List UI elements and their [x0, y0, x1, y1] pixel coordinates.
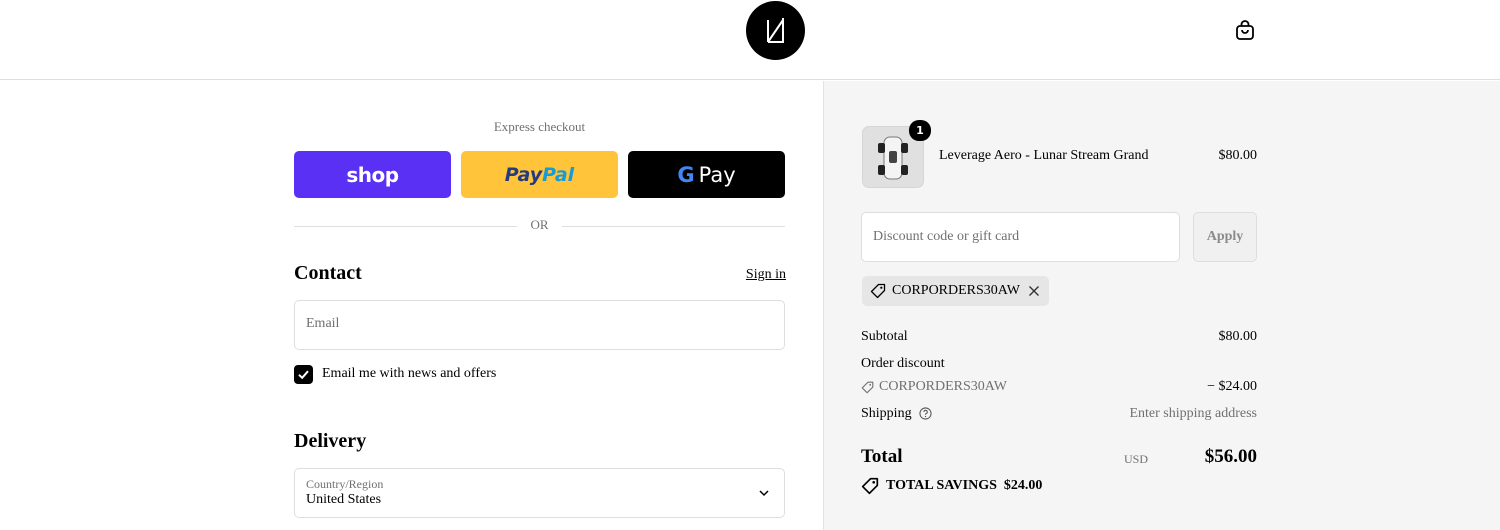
apply-button[interactable]: Apply: [1193, 212, 1257, 262]
applied-code-chip: CORPORDERS30AW: [862, 276, 1049, 306]
subtotal-label: Subtotal: [861, 329, 908, 344]
google-g-icon: G: [677, 162, 695, 187]
applied-code-label: CORPORDERS30AW: [892, 283, 1021, 298]
checkmark-icon: [298, 370, 309, 379]
product-name: Leverage Aero - Lunar Stream Grand: [939, 148, 1149, 163]
newsletter-option[interactable]: Email me with news and offers: [294, 364, 496, 384]
shop-pay-button[interactable]: shop: [294, 151, 451, 198]
order-discount-label: Order discount: [861, 356, 945, 371]
tag-icon: [861, 381, 874, 393]
total-savings: TOTAL SAVINGS $24.00: [861, 477, 1042, 495]
country-label: Country/Region: [306, 477, 384, 491]
delivery-title: Delivery: [294, 430, 367, 452]
total-currency: USD: [1123, 452, 1148, 466]
shipping-row: Shipping: [861, 406, 932, 422]
country-select[interactable]: Country/Region United States: [294, 468, 785, 518]
paypal-button[interactable]: Pay Pal: [461, 151, 618, 198]
shipping-label: Shipping: [861, 406, 912, 421]
sign-in-link[interactable]: Sign in: [700, 267, 786, 283]
discount-placeholder: Discount code or gift card: [873, 229, 1020, 244]
google-pay-button[interactable]: G Pay: [628, 151, 785, 198]
discount-code-row: CORPORDERS30AW: [861, 379, 1007, 395]
shop-pay-label: shop: [346, 162, 399, 187]
total-label: Total: [861, 446, 903, 467]
help-icon[interactable]: [919, 407, 932, 420]
shipping-value: Enter shipping address: [1129, 406, 1257, 421]
contact-title: Contact: [294, 262, 362, 284]
savings-tag-icon: [861, 477, 879, 495]
remove-code-icon[interactable]: [1028, 285, 1040, 297]
quantity-badge: 1: [909, 120, 931, 141]
email-field[interactable]: Email: [294, 300, 785, 350]
tag-icon: [870, 283, 886, 299]
header: [0, 0, 1500, 80]
savings-value: $24.00: [1003, 478, 1043, 493]
express-checkout-label: Express checkout: [493, 119, 586, 134]
discount-value: − $24.00: [1207, 379, 1257, 394]
divider-line-right: [562, 226, 785, 227]
product-price: $80.00: [1218, 148, 1258, 163]
country-value: United States: [306, 492, 382, 507]
or-label: OR: [530, 217, 549, 232]
paypal-label-pal: Pal: [542, 163, 575, 186]
newsletter-label: Email me with news and offers: [322, 366, 497, 381]
savings-label: TOTAL SAVINGS: [886, 478, 997, 493]
email-placeholder: Email: [306, 316, 340, 331]
total-value: $56.00: [1204, 446, 1257, 467]
newsletter-checkbox[interactable]: [294, 364, 313, 384]
shopping-bag-icon[interactable]: [1233, 18, 1257, 42]
discount-code-label: CORPORDERS30AW: [879, 379, 1008, 394]
paypal-label-pay: Pay: [504, 163, 543, 186]
chevron-down-icon: [759, 490, 769, 497]
brand-logo[interactable]: [746, 1, 805, 60]
logo-mark-icon: [767, 18, 784, 43]
discount-code-input[interactable]: Discount code or gift card: [861, 212, 1180, 262]
or-divider: OR: [294, 217, 785, 235]
google-pay-label: Pay: [698, 162, 736, 187]
subtotal-value: $80.00: [1218, 329, 1258, 344]
